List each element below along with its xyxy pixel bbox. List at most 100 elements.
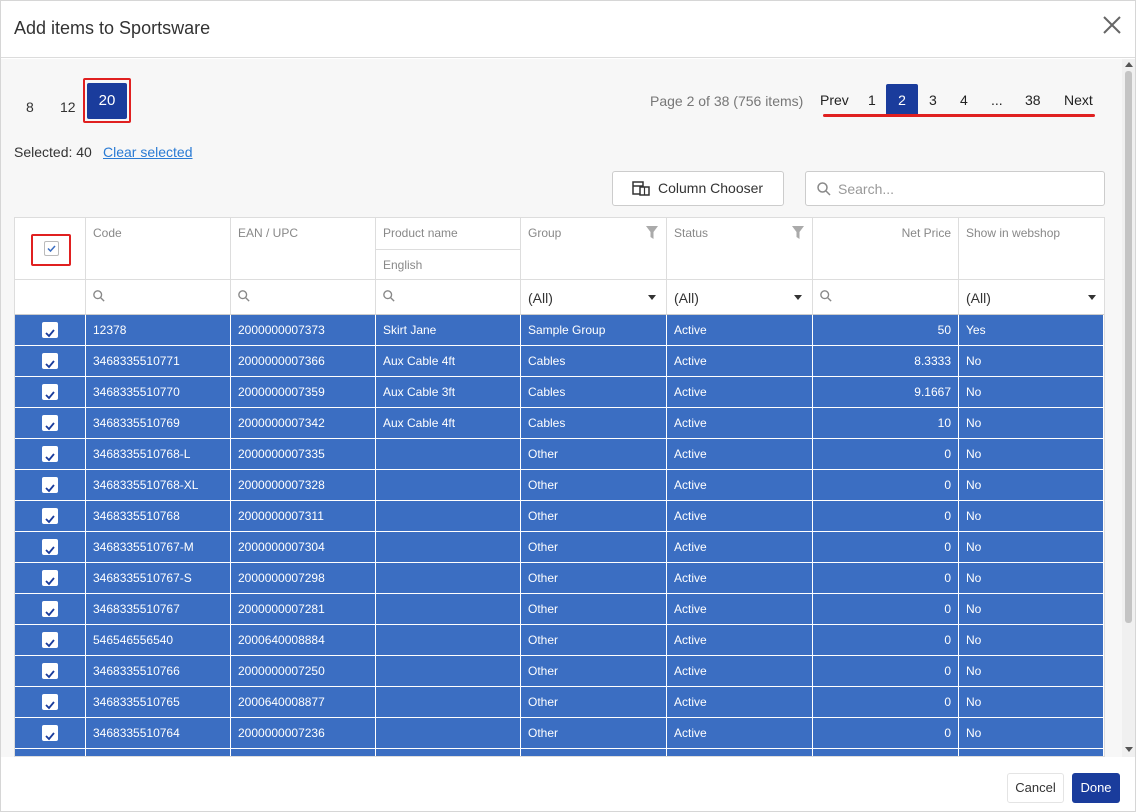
row-checkbox[interactable] (42, 601, 58, 617)
table-row[interactable]: 3468335510767-S 2000000007298 Other Active 0… (15, 563, 1104, 594)
cell-ean: 2000640008884 (231, 625, 376, 656)
cell-net-price: 0 (813, 625, 959, 656)
cell-code: 3468335510765 (86, 687, 231, 718)
row-checkbox[interactable] (42, 353, 58, 369)
filter-code[interactable] (86, 280, 231, 315)
table-row[interactable] (15, 749, 1104, 756)
cell-select (15, 439, 86, 470)
cell-code: 3468335510767-M (86, 532, 231, 563)
search-box[interactable] (805, 171, 1105, 206)
cell-group: Other (521, 563, 667, 594)
cell-select (15, 377, 86, 408)
pager-next[interactable]: Next (1064, 92, 1093, 108)
pager-page-1[interactable]: 1 (868, 92, 876, 108)
cell-product-name (376, 563, 521, 594)
table-row[interactable]: 3468335510765 2000640008877 Other Active 0 No (15, 687, 1104, 718)
column-header-webshop[interactable]: Show in webshop (959, 218, 1104, 280)
column-sublabel-english: English (383, 258, 423, 272)
page-size-20[interactable]: 20 (87, 83, 127, 119)
row-checkbox[interactable] (42, 570, 58, 586)
filter-funnel-icon[interactable] (792, 226, 804, 240)
column-header-status[interactable]: Status (667, 218, 813, 280)
column-header-product-name[interactable]: Product name English (376, 218, 521, 280)
cell-product-name (376, 749, 521, 756)
check-icon (45, 422, 55, 431)
column-header-net-price[interactable]: Net Price (813, 218, 959, 280)
done-button[interactable]: Done (1072, 773, 1120, 803)
cell-code: 3468335510766 (86, 656, 231, 687)
cell-ean: 2000000007359 (231, 377, 376, 408)
row-checkbox[interactable] (42, 663, 58, 679)
cell-product-name (376, 718, 521, 749)
row-checkbox[interactable] (42, 725, 58, 741)
row-checkbox[interactable] (42, 632, 58, 648)
cell-net-price: 8.3333 (813, 346, 959, 377)
cell-net-price: 0 (813, 563, 959, 594)
row-checkbox[interactable] (42, 508, 58, 524)
cell-webshop: No (959, 687, 1104, 718)
cell-code: 3468335510768-L (86, 439, 231, 470)
check-icon (45, 515, 55, 524)
filter-net-price[interactable] (813, 280, 959, 315)
row-checkbox[interactable] (42, 384, 58, 400)
column-chooser-button[interactable]: Column Chooser (612, 171, 784, 206)
filter-status-select[interactable]: (All) (667, 280, 813, 315)
pager-page-38[interactable]: 38 (1025, 92, 1041, 108)
search-input[interactable] (838, 178, 1088, 200)
select-all-checkbox[interactable] (44, 241, 59, 256)
table-row[interactable]: 3468335510767-M 2000000007304 Other Active 0… (15, 532, 1104, 563)
column-header-code[interactable]: Code (86, 218, 231, 280)
row-checkbox[interactable] (42, 415, 58, 431)
pager-page-4[interactable]: 4 (960, 92, 968, 108)
pager-page-3[interactable]: 3 (929, 92, 937, 108)
table-row[interactable]: 3468335510768-L 2000000007335 Other Active 0… (15, 439, 1104, 470)
cell-webshop: No (959, 563, 1104, 594)
row-checkbox[interactable] (42, 477, 58, 493)
scroll-thumb[interactable] (1125, 71, 1132, 623)
pager-page-2[interactable]: 2 (886, 84, 918, 116)
scrollbar[interactable] (1122, 59, 1135, 757)
filter-funnel-icon[interactable] (646, 226, 658, 240)
scroll-down-icon[interactable] (1125, 747, 1133, 752)
row-checkbox[interactable] (42, 446, 58, 462)
table-row[interactable]: 3468335510770 2000000007359 Aux Cable 3ft C… (15, 377, 1104, 408)
cell-code: 12378 (86, 315, 231, 346)
cell-ean: 2000000007335 (231, 439, 376, 470)
table-row[interactable]: 3468335510771 2000000007366 Aux Cable 4ft C… (15, 346, 1104, 377)
column-label-status: Status (674, 226, 709, 240)
scroll-up-icon[interactable] (1125, 62, 1133, 67)
page-size-12[interactable]: 12 (60, 99, 76, 115)
clear-selected-link[interactable]: Clear selected (103, 144, 193, 160)
table-row[interactable]: 3468335510769 2000000007342 Aux Cable 4ft C… (15, 408, 1104, 439)
close-icon[interactable] (1101, 14, 1123, 36)
table-row[interactable]: 546546556540 2000640008884 Other Active 0 No (15, 625, 1104, 656)
table-row[interactable]: 3468335510767 2000000007281 Other Active 0 No (15, 594, 1104, 625)
chevron-down-icon (648, 295, 656, 300)
column-header-ean[interactable]: EAN / UPC (231, 218, 376, 280)
filter-webshop-select[interactable]: (All) (959, 280, 1104, 315)
table-row[interactable]: 3468335510766 2000000007250 Other Active 0 No (15, 656, 1104, 687)
table-row[interactable]: 3468335510768-XL 2000000007328 Other Active… (15, 470, 1104, 501)
row-checkbox[interactable] (42, 322, 58, 338)
table-row[interactable]: 3468335510768 2000000007311 Other Active 0 No (15, 501, 1104, 532)
cell-ean: 2000000007281 (231, 594, 376, 625)
page-size-8[interactable]: 8 (26, 99, 34, 115)
header-select-all-cell (15, 218, 86, 280)
row-checkbox[interactable] (42, 539, 58, 555)
table-row[interactable]: 12378 2000000007373 Skirt Jane Sample Group… (15, 315, 1104, 346)
cell-net-price: 9.1667 (813, 377, 959, 408)
column-chooser-label: Column Chooser (658, 180, 764, 196)
table-row[interactable]: 3468335510764 2000000007236 Other Active 0 No (15, 718, 1104, 749)
row-checkbox[interactable] (42, 694, 58, 710)
filter-ean[interactable] (231, 280, 376, 315)
pager-ellipsis: ... (991, 92, 1003, 108)
cancel-button[interactable]: Cancel (1007, 773, 1064, 803)
cell-product-name (376, 501, 521, 532)
filter-group-select[interactable]: (All) (521, 280, 667, 315)
cell-group: Other (521, 439, 667, 470)
pager-prev[interactable]: Prev (820, 92, 849, 108)
filter-product-name[interactable] (376, 280, 521, 315)
dialog-footer: Cancel Done (1, 757, 1135, 811)
cell-product-name: Skirt Jane (376, 315, 521, 346)
column-header-group[interactable]: Group (521, 218, 667, 280)
